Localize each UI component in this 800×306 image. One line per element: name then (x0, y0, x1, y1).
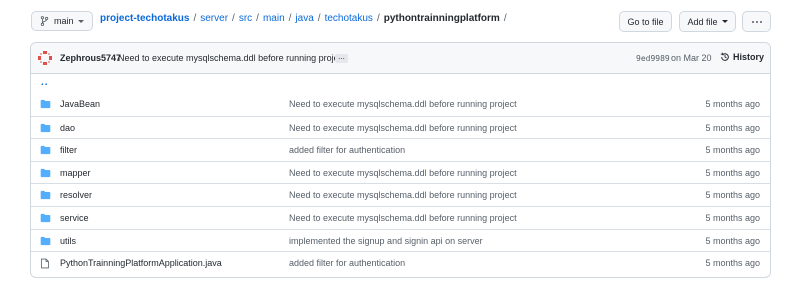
file-commit-message-link[interactable]: added filter for authentication (289, 145, 405, 155)
file-commit-message-link[interactable]: implemented the signup and signin api on… (289, 236, 483, 246)
folder-icon (40, 213, 51, 223)
avatar[interactable] (38, 51, 52, 65)
file-commit-age: 5 months ago (705, 99, 760, 109)
file-name-link[interactable]: utils (60, 236, 76, 246)
file-name-link[interactable]: dao (60, 123, 75, 133)
file-commit-age: 5 months ago (705, 167, 760, 178)
commit-message-link[interactable]: Need to execute mysqlschema.ddl before r… (118, 53, 346, 63)
breadcrumb-separator: / (232, 13, 235, 24)
parent-directory-row: .. (31, 74, 770, 93)
breadcrumb-repo-link[interactable]: project-techotakus (100, 13, 189, 24)
file-name-link[interactable]: mapper (60, 168, 91, 178)
branch-selector-button[interactable]: main (31, 11, 93, 31)
file-row: PythonTrainningPlatformApplication.java a… (31, 251, 770, 274)
breadcrumb-current: pythontrainningplatform (383, 13, 500, 24)
file-navigation: main project-techotakus / server / src / main /… (0, 0, 800, 38)
commit-author-link[interactable]: Zephrous5747 (60, 53, 121, 63)
file-list-box: Zephrous5747 Need to execute mysqlschema… (30, 42, 771, 278)
history-link[interactable]: History (720, 52, 764, 62)
file-commit-message-link[interactable]: Need to execute mysqlschema.ddl before r… (289, 190, 517, 200)
file-commit-message-link[interactable]: Need to execute mysqlschema.ddl before r… (289, 168, 517, 178)
history-label: History (733, 52, 765, 62)
parent-directory-link[interactable]: .. (41, 77, 49, 88)
go-to-file-label: Go to file (627, 16, 664, 27)
folder-icon (40, 145, 51, 155)
breadcrumb-separator: / (376, 13, 380, 24)
file-name-link[interactable]: PythonTrainningPlatformApplication.java (60, 258, 222, 268)
commit-sha-link[interactable]: 9ed9989 (636, 54, 670, 63)
file-name-link[interactable]: service (60, 213, 89, 223)
file-name-link[interactable]: resolver (60, 190, 92, 200)
folder-icon (40, 190, 51, 200)
chevron-down-icon (78, 20, 84, 23)
file-commit-message-link[interactable]: added filter for authentication (289, 258, 405, 268)
kebab-horizontal-icon (751, 20, 762, 23)
file-row: utils implemented the signup and signin a… (31, 228, 770, 252)
file-row: mapper Need to execute mysqlschema.ddl be… (31, 160, 770, 184)
branch-name: main (54, 16, 74, 26)
add-file-button[interactable]: Add file (679, 11, 736, 32)
file-commit-age: 5 months ago (705, 258, 760, 269)
chevron-down-icon (721, 20, 728, 23)
breadcrumb-item-main[interactable]: main (263, 13, 285, 24)
breadcrumb-item-java[interactable]: java (295, 13, 313, 24)
folder-icon (40, 123, 51, 133)
folder-icon (40, 236, 51, 246)
git-branch-icon (40, 16, 49, 26)
latest-commit-bar: Zephrous5747 Need to execute mysqlschema… (31, 43, 770, 74)
file-row: dao Need to execute mysqlschema.ddl befor… (31, 115, 770, 139)
file-row: filter added filter for authentication 5 m… (31, 138, 770, 161)
breadcrumb-separator: / (317, 13, 321, 24)
breadcrumb-separator: / (288, 13, 292, 24)
file-row: JavaBean Need to execute mysqlschema.ddl … (31, 93, 770, 116)
file-commit-message-link[interactable]: Need to execute mysqlschema.ddl before r… (289, 213, 517, 223)
breadcrumb-item-server[interactable]: server (200, 13, 228, 24)
file-commit-message-link[interactable]: Need to execute mysqlschema.ddl before r… (289, 99, 517, 109)
commit-expand-button[interactable]: ... (335, 53, 348, 63)
history-icon (720, 52, 729, 61)
breadcrumb-item-techotakus[interactable]: techotakus (325, 13, 373, 24)
commit-date: on Mar 20 (671, 53, 712, 63)
breadcrumb-item-src[interactable]: src (239, 13, 252, 24)
file-row: service Need to execute mysqlschema.ddl b… (31, 205, 770, 229)
folder-icon (40, 168, 51, 178)
breadcrumb-separator: / (193, 13, 197, 24)
file-row: resolver Need to execute mysqlschema.ddl … (31, 183, 770, 206)
file-name-link[interactable]: JavaBean (60, 99, 100, 109)
breadcrumb: project-techotakus / server / src / main / java /… (100, 13, 511, 24)
file-commit-age: 5 months ago (705, 122, 760, 133)
file-commit-message-link[interactable]: Need to execute mysqlschema.ddl before r… (289, 123, 517, 133)
file-commit-age: 5 months ago (705, 190, 760, 201)
breadcrumb-separator: / (256, 13, 259, 24)
file-commit-age: 5 months ago (705, 212, 760, 223)
file-icon (40, 258, 51, 269)
file-name-link[interactable]: filter (60, 145, 77, 155)
breadcrumb-separator: / (503, 13, 507, 24)
add-file-label: Add file (687, 16, 718, 27)
file-commit-age: 5 months ago (705, 235, 760, 246)
more-options-button[interactable] (742, 11, 771, 32)
go-to-file-button[interactable]: Go to file (619, 11, 672, 32)
folder-icon (40, 99, 51, 109)
file-commit-age: 5 months ago (705, 145, 760, 156)
